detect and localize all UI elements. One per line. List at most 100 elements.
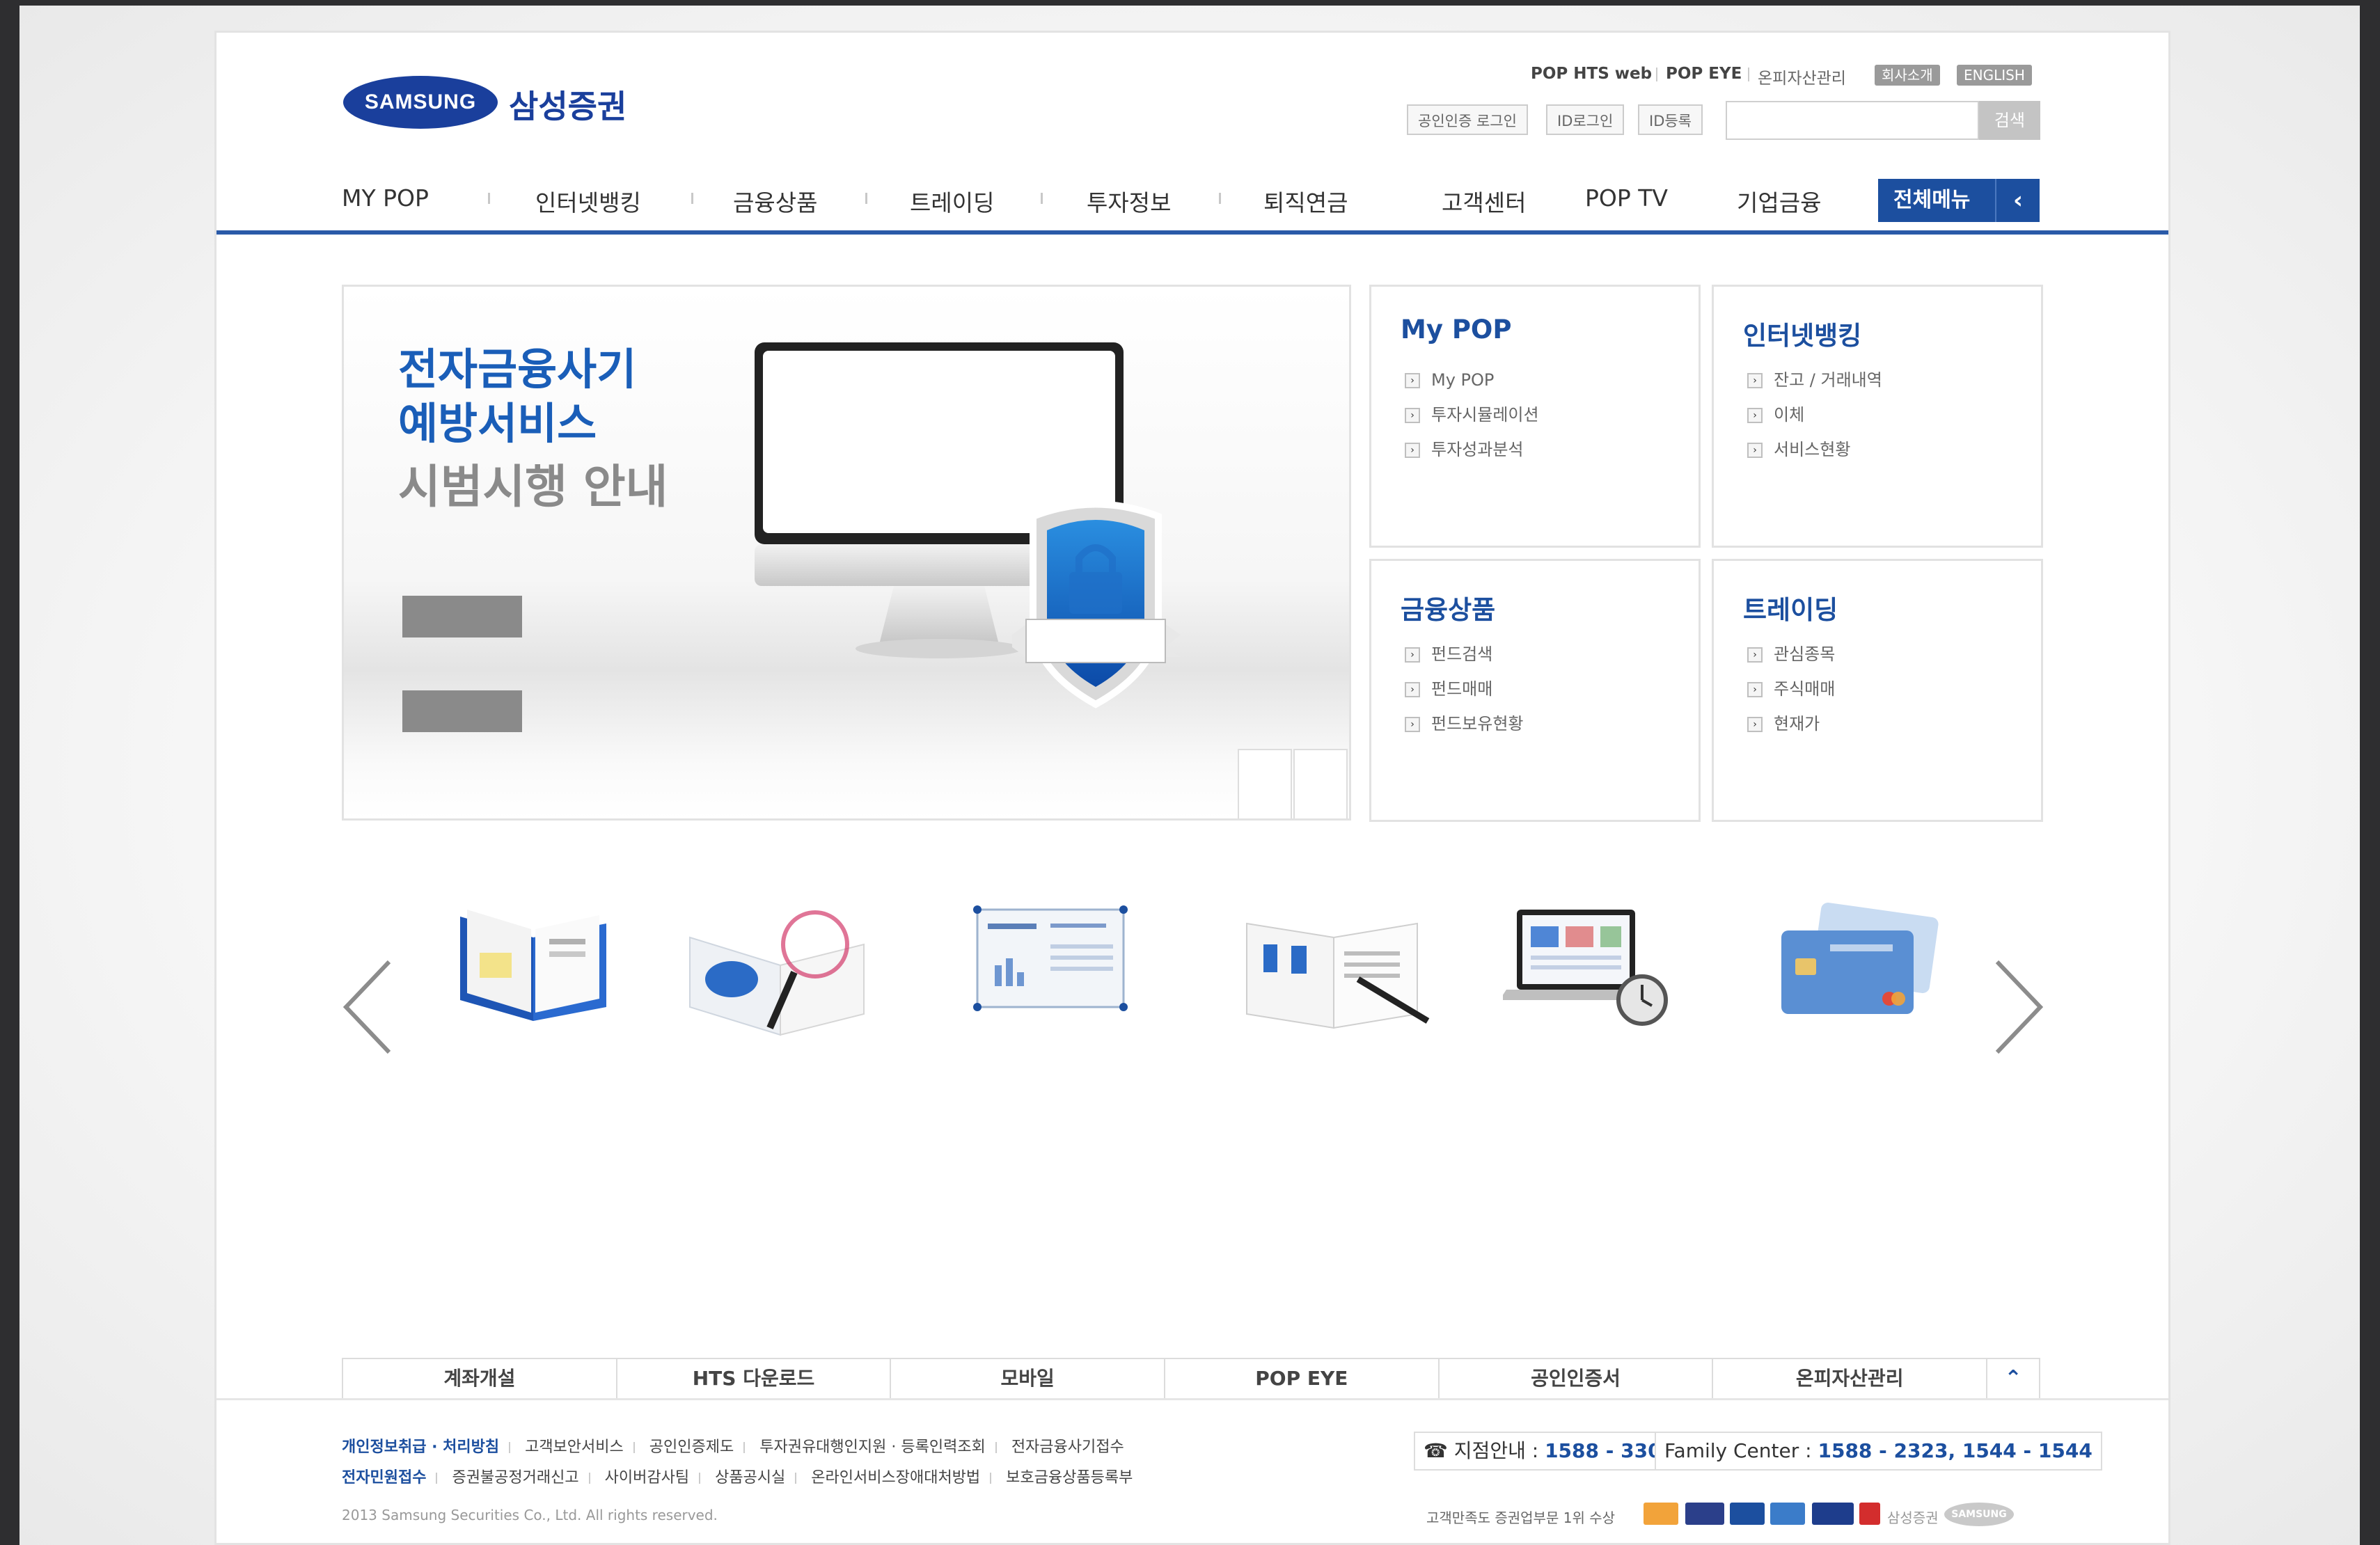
nav-divider [1219, 193, 1221, 204]
footer-link[interactable]: 온라인서비스장애대처방법 [811, 1469, 980, 1487]
pop-hts-link[interactable]: POP HTS web [1531, 65, 1652, 83]
nav-trading[interactable]: 트레이딩 [910, 184, 994, 218]
footer-link[interactable]: 투자권유대행인지원 · 등록인력조회 [759, 1439, 986, 1456]
quick-box-banking: 인터넷뱅킹 › 잔고 / 거래내역 › 이체 › 서비스현황 [1712, 285, 2043, 548]
footer-link[interactable]: 사이버감사팀 [605, 1469, 689, 1487]
quick-link[interactable]: › 펀드검색 [1405, 643, 1492, 665]
nav-divider [1041, 193, 1043, 204]
carousel-prev-arrow[interactable] [340, 958, 396, 1056]
arrow-right-icon: › [1405, 373, 1420, 388]
report-panel-icon[interactable] [967, 896, 1134, 1021]
hero-page-1[interactable] [1238, 749, 1292, 818]
quick-link[interactable]: › 서비스현황 [1747, 438, 1850, 461]
tab-hts-download[interactable]: HTS 다운로드 [617, 1359, 892, 1398]
book-icon[interactable] [453, 896, 613, 1035]
quick-box-trading: 트레이딩 › 관심종목 › 주식매매 › 현재가 [1712, 559, 2043, 822]
hero-title-line2: 예방서비스 [398, 398, 597, 449]
nav-divider [488, 193, 490, 204]
company-intro-button[interactable]: 회사소개 [1875, 65, 1940, 86]
tab-asset-management[interactable]: 온피자산관리 [1713, 1359, 1988, 1398]
hero-banner[interactable]: 전자금융사기 예방서비스 시범시행 안내 [342, 285, 1351, 821]
asset-link[interactable]: 온피자산관리 [1758, 65, 1846, 88]
tab-mobile[interactable]: 모바일 [891, 1359, 1166, 1398]
quick-link[interactable]: › 주식매매 [1747, 678, 1835, 700]
hero-apply-button[interactable] [402, 690, 522, 732]
nav-divider [865, 193, 867, 204]
cert-login-button[interactable]: 공인인증 로그인 [1407, 104, 1528, 135]
logo-text: SAMSUNG [364, 90, 477, 113]
open-book-pen-icon[interactable] [1240, 896, 1435, 1042]
arrow-right-icon: › [1405, 717, 1420, 732]
quick-box-title[interactable]: My POP [1401, 315, 1512, 344]
quick-box-title[interactable]: 인터넷뱅킹 [1743, 315, 1861, 352]
quick-link[interactable]: › 펀드보유현황 [1405, 713, 1523, 735]
id-register-button[interactable]: ID등록 [1638, 104, 1703, 135]
pop-eye-link[interactable]: POP EYE [1666, 65, 1742, 83]
hero-page-2[interactable] [1293, 749, 1348, 818]
arrow-right-icon: › [1747, 373, 1763, 388]
quick-link[interactable]: › My POP [1405, 369, 1494, 391]
nav-customer-center[interactable]: 고객센터 [1442, 184, 1526, 218]
chevron-up-icon[interactable]: ⌃ [1987, 1359, 2039, 1398]
nav-pop-tv[interactable]: POP TV [1585, 184, 1668, 212]
corp-name: 삼성증권 [1887, 1510, 1939, 1526]
quick-box-title[interactable]: 금융상품 [1401, 589, 1495, 626]
award-badge-icon [1644, 1503, 1678, 1525]
copyright: 2013 Samsung Securities Co., Ltd. All ri… [342, 1507, 718, 1523]
laptop-clock-icon[interactable] [1503, 896, 1677, 1035]
quick-link[interactable]: › 관심종목 [1747, 643, 1835, 665]
brand-name[interactable]: 삼성증권 [509, 81, 626, 127]
award-badge-icon [1812, 1503, 1854, 1525]
samsung-mini-logo: SAMSUNG [1944, 1503, 2014, 1526]
nav-my-pop[interactable]: MY POP [342, 184, 429, 212]
search-input[interactable] [1726, 101, 1979, 140]
search-button[interactable]: 검색 [1979, 101, 2040, 140]
hero-detail-button[interactable] [402, 596, 522, 637]
phone-icon: ☎ [1424, 1439, 1448, 1462]
footer-link[interactable]: 전자금융사기접수 [1011, 1439, 1124, 1456]
quick-box-mypop: My POP › My POP › 투자시뮬레이션 › 투자성과분석 [1369, 285, 1701, 548]
quick-link[interactable]: › 이체 [1747, 404, 1804, 426]
footer-link[interactable]: 전자민원접수 [342, 1469, 426, 1487]
quick-link[interactable]: › 투자성과분석 [1405, 438, 1523, 461]
nav-financial-products[interactable]: 금융상품 [733, 184, 817, 218]
nav-internet-banking[interactable]: 인터넷뱅킹 [535, 184, 641, 218]
quick-box-title[interactable]: 트레이딩 [1743, 589, 1838, 626]
hero-subtitle: 시범시행 안내 [398, 460, 668, 514]
quick-link[interactable]: › 투자시뮬레이션 [1405, 404, 1539, 426]
tab-account-open[interactable]: 계좌개설 [343, 1359, 617, 1398]
quick-link[interactable]: › 현재가 [1747, 713, 1820, 735]
award-badge-icon [1770, 1503, 1805, 1525]
arrow-right-icon: › [1747, 443, 1763, 458]
footer-link[interactable]: 증권불공정거래신고 [452, 1469, 578, 1487]
branch-phone: ☎ 지점안내 : 1588 - 3305 [1414, 1432, 1685, 1471]
samsung-logo[interactable]: SAMSUNG [343, 76, 498, 129]
full-menu-button[interactable]: 전체메뉴 ‹ [1878, 179, 2040, 222]
nav-divider [691, 193, 693, 204]
monitor-shield-illustration [755, 342, 1181, 708]
id-login-button[interactable]: ID로그인 [1546, 104, 1625, 135]
footer-link[interactable]: 고객보안서비스 [525, 1439, 624, 1456]
quick-link[interactable]: › 펀드매매 [1405, 678, 1492, 700]
english-button[interactable]: ENGLISH [1957, 65, 2032, 86]
footer-links-row2: 전자민원접수 증권불공정거래신고 사이버감사팀 상품공시실 온라인서비스장애대처… [342, 1465, 1133, 1487]
divider [1656, 68, 1657, 81]
carousel-next-arrow[interactable] [1990, 958, 2046, 1056]
card-icon[interactable] [1767, 896, 1948, 1035]
arrow-right-icon: › [1747, 682, 1763, 697]
footer-link[interactable]: 보호금융상품등록부 [1006, 1469, 1133, 1487]
footer-link[interactable]: 공인인증제도 [649, 1439, 734, 1456]
nav-corporate-finance[interactable]: 기업금융 [1737, 184, 1821, 218]
magnifier-book-icon[interactable] [683, 896, 878, 1063]
award-text: 고객만족도 증권업부문 1위 수상 [1426, 1510, 1615, 1526]
footer-link[interactable]: 상품공시실 [715, 1469, 785, 1487]
footer-link[interactable]: 개인정보취급 · 처리방침 [342, 1439, 499, 1456]
nav-investment-info[interactable]: 투자정보 [1087, 184, 1171, 218]
tab-pop-eye[interactable]: POP EYE [1165, 1359, 1440, 1398]
divider [1748, 68, 1749, 81]
tab-certificate[interactable]: 공인인증서 [1440, 1359, 1714, 1398]
quick-link[interactable]: › 잔고 / 거래내역 [1747, 369, 1882, 391]
award-badge-icon [1730, 1503, 1765, 1525]
nav-retirement-pension[interactable]: 퇴직연금 [1263, 184, 1348, 218]
award-badge-icon [1685, 1503, 1724, 1525]
